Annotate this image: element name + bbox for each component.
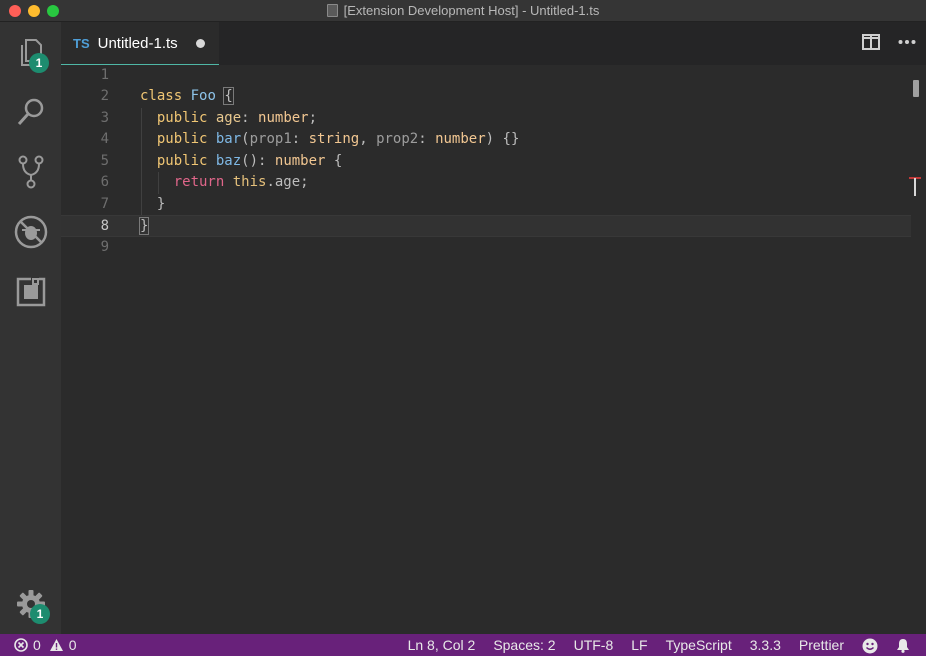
window-title: [Extension Development Host] - Untitled-…: [343, 3, 600, 18]
type: number: [274, 152, 326, 169]
code-line[interactable]: 9: [61, 237, 911, 259]
warning-icon: [49, 639, 63, 651]
keyword: return: [173, 174, 225, 190]
code-line[interactable]: 7 }: [61, 194, 911, 216]
notifications-button[interactable]: [887, 637, 926, 654]
error-icon: [14, 638, 28, 652]
method-name: bar: [215, 131, 242, 147]
typescript-file-icon: TS: [73, 35, 90, 51]
unsaved-dot-icon[interactable]: [195, 38, 205, 48]
split-editor-icon[interactable]: [862, 34, 880, 50]
feedback-button[interactable]: [853, 636, 887, 654]
extensions-icon: [16, 277, 45, 307]
explorer-button[interactable]: 1: [0, 28, 61, 76]
error-count: 0: [33, 637, 41, 653]
more-actions-icon[interactable]: [898, 39, 916, 45]
line-number: 8: [100, 218, 109, 234]
punctuation: :: [418, 131, 436, 147]
code-editor[interactable]: 1 2 class Foo { 3 public age: number; 4 …: [61, 65, 926, 634]
source-control-icon: [18, 155, 43, 189]
bell-icon: [897, 639, 909, 654]
punctuation: :: [241, 109, 259, 126]
search-button[interactable]: [0, 88, 61, 136]
line-ending[interactable]: LF: [622, 637, 656, 653]
minimize-window-button[interactable]: [28, 5, 40, 17]
punctuation: (): [241, 152, 259, 169]
line-number: 3: [100, 109, 109, 126]
line-number: 2: [100, 88, 109, 104]
search-icon: [17, 98, 43, 126]
source-control-button[interactable]: [0, 148, 61, 196]
status-bar: 0 0 Ln 8, Col 2 Spaces: 2 UTF-8 LF TypeS…: [0, 634, 926, 656]
debug-icon: [14, 215, 47, 249]
keyword: class: [140, 88, 183, 104]
type: number: [258, 109, 309, 126]
class-name: Foo: [190, 88, 216, 104]
punctuation: {: [325, 152, 343, 169]
line-number: 1: [100, 67, 109, 83]
title-bar: [Extension Development Host] - Untitled-…: [0, 0, 926, 22]
extensions-button[interactable]: [0, 268, 61, 316]
parameter: prop2: [376, 131, 419, 147]
manage-button[interactable]: 1: [0, 580, 61, 628]
line-number: 6: [100, 174, 109, 190]
method-name: baz: [215, 152, 242, 169]
code-line[interactable]: 6 return this.age;: [61, 172, 911, 194]
problems-indicator[interactable]: 0 0: [0, 637, 77, 653]
encoding[interactable]: UTF-8: [565, 637, 623, 653]
punctuation: (: [241, 131, 250, 147]
formatter[interactable]: Prettier: [790, 637, 853, 653]
punctuation: ;: [308, 109, 318, 126]
document-icon: [326, 4, 338, 17]
current-line[interactable]: 8 }: [61, 215, 911, 237]
punctuation: :: [258, 152, 275, 169]
code-line[interactable]: 5 public baz(): number {: [61, 151, 911, 173]
parameter: prop1: [249, 131, 292, 147]
text-cursor-icon: [909, 177, 921, 196]
cursor-position[interactable]: Ln 8, Col 2: [399, 637, 485, 653]
activity-bar: 1 1: [0, 22, 61, 634]
indentation[interactable]: Spaces: 2: [484, 637, 564, 653]
line-number: 9: [100, 238, 109, 255]
close-window-button[interactable]: [9, 5, 21, 17]
brace: }: [156, 195, 166, 212]
keyword: public: [156, 109, 208, 126]
settings-badge: 1: [30, 604, 50, 624]
explorer-badge: 1: [29, 53, 49, 73]
brace: {: [223, 87, 234, 105]
window-controls: [9, 5, 59, 17]
code-line[interactable]: 3 public age: number;: [61, 108, 911, 130]
punctuation: ,: [359, 131, 377, 147]
tab-untitled-1[interactable]: TS Untitled-1.ts: [61, 22, 219, 65]
typescript-version[interactable]: 3.3.3: [741, 637, 790, 653]
code-line[interactable]: 2 class Foo {: [61, 86, 911, 108]
line-number: 5: [100, 152, 109, 169]
this-keyword: this: [232, 174, 267, 190]
brace: }: [138, 217, 150, 235]
code-line[interactable]: 1: [61, 65, 911, 87]
scrollbar-thumb[interactable]: [913, 80, 919, 97]
code-line[interactable]: 4 public bar(prop1: string, prop2: numbe…: [61, 129, 911, 151]
member-access: .age;: [266, 174, 309, 190]
keyword: public: [156, 131, 208, 147]
punctuation: ) {}: [485, 131, 520, 147]
debug-button[interactable]: [0, 208, 61, 256]
smiley-icon: [862, 638, 878, 654]
type: string: [308, 131, 360, 147]
language-mode[interactable]: TypeScript: [657, 637, 741, 653]
tab-label: Untitled-1.ts: [97, 34, 178, 52]
tab-bar: TS Untitled-1.ts: [61, 22, 926, 65]
keyword: public: [156, 152, 208, 169]
type: number: [435, 131, 486, 147]
punctuation: :: [291, 131, 309, 147]
line-number: 7: [100, 195, 109, 212]
maximize-window-button[interactable]: [47, 5, 59, 17]
warning-count: 0: [68, 637, 77, 653]
line-number: 4: [100, 131, 109, 147]
property: age: [215, 109, 242, 126]
